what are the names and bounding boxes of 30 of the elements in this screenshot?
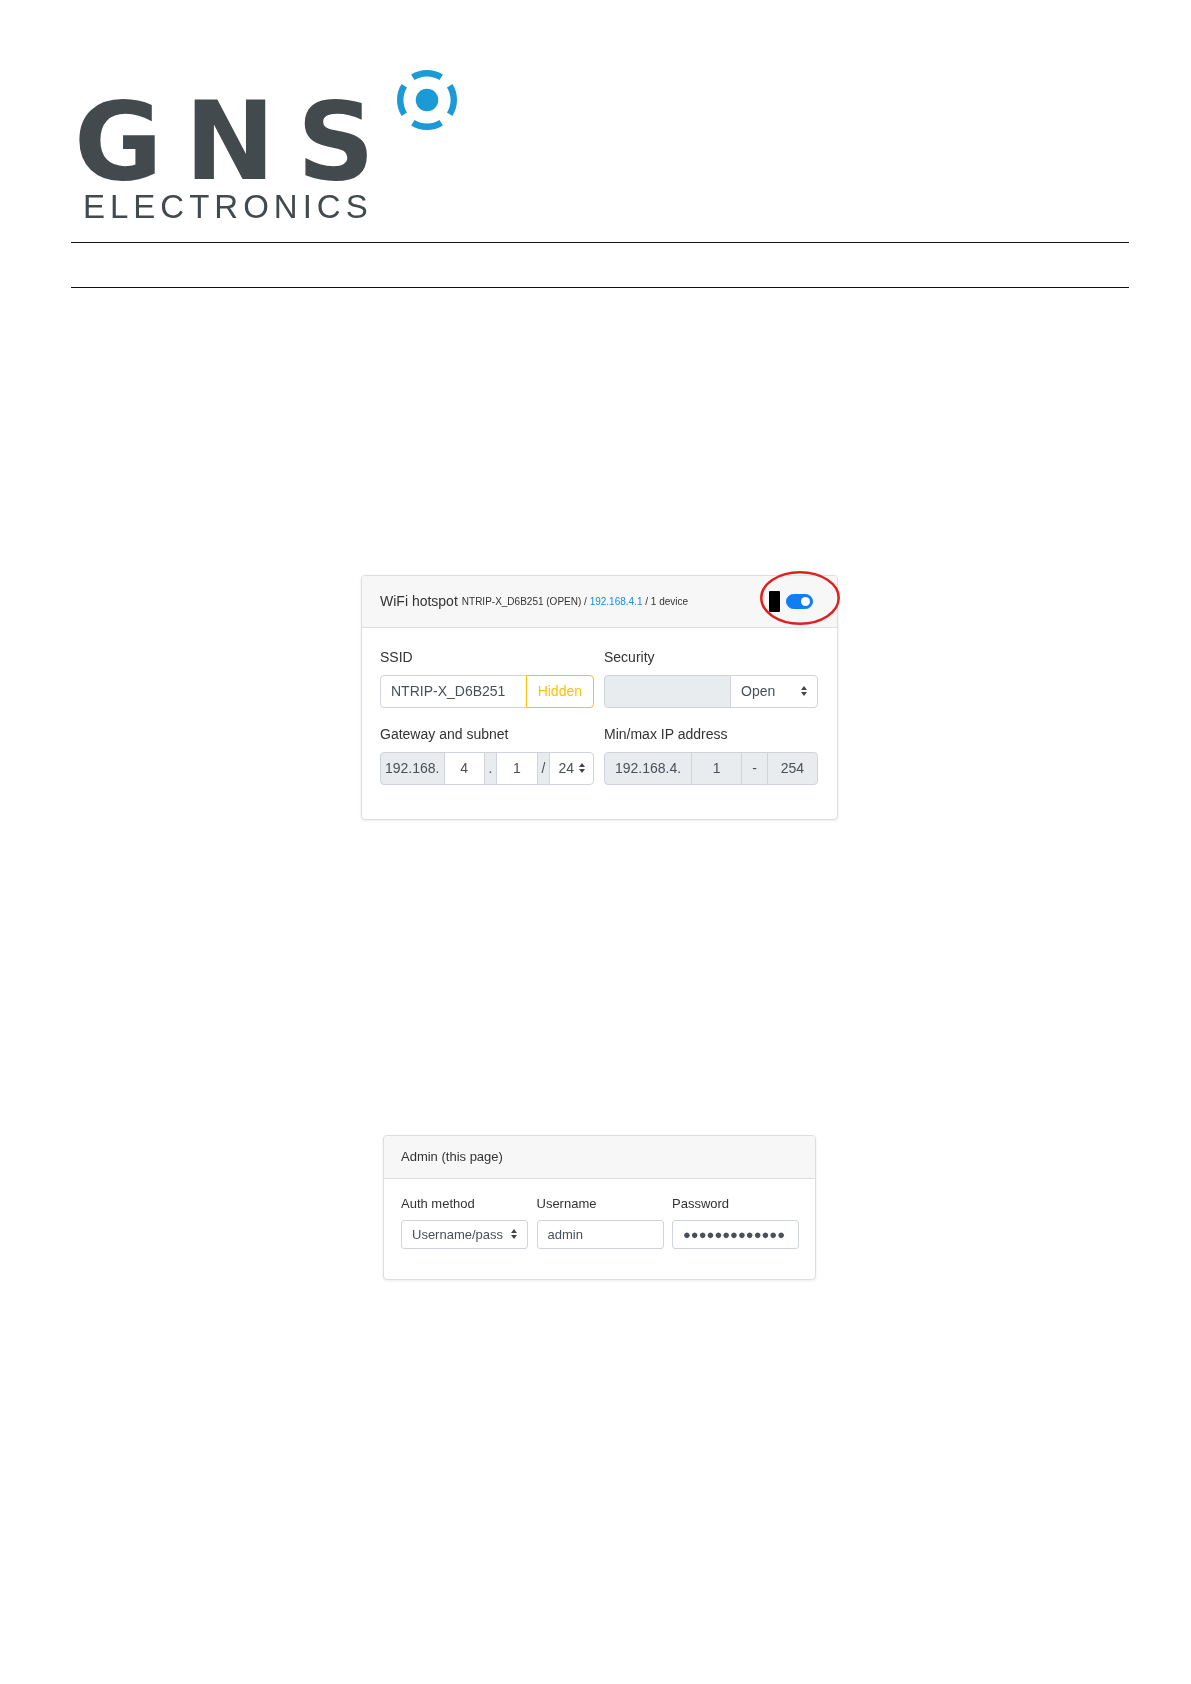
input-field[interactable]: NTRIP-X_D6B251 [380,674,527,708]
field-label: Min/max IP address [604,724,728,744]
input-addon: 192.168. [380,751,445,785]
input-addon: - [741,751,768,785]
block-marker-icon [769,590,780,612]
sort-caret-icon [579,763,585,774]
input-field[interactable]: admin [536,1219,664,1249]
toggle-switch[interactable] [786,593,813,609]
card-title: Admin (this page) [401,1149,503,1165]
input-field[interactable]: 4 [443,751,485,785]
card-title: WiFi hotspot [380,593,458,610]
select-field[interactable]: Username/pass [401,1219,528,1249]
field-label: Auth method [401,1194,475,1213]
ring-dot-icon [396,70,457,130]
field-label: SSID [380,647,413,667]
field-label: Username [536,1194,597,1213]
input-field[interactable]: 1 [496,751,538,785]
ip-address-link[interactable]: 192.168.4.1 [589,595,643,607]
sort-caret-icon [511,1229,517,1240]
select-field[interactable]: Open [730,674,818,708]
logo-wordmark: GNS [74,93,397,191]
field-label: Security [604,647,655,667]
field-label: Password [672,1194,730,1213]
select-field[interactable]: 24 [549,751,594,785]
sort-caret-icon [801,686,807,697]
hotspot-status: NTRIP-X_D6B251 (OPEN) / 192.168.4.1 / 1 device [461,595,689,607]
field-label: Gateway and subnet [380,724,509,744]
logo-subtitle: ELECTRONICS [83,190,373,224]
input-field[interactable]: ●●●●●●●●●●●●● [672,1219,799,1249]
input-addon: 192.168.4. [604,751,693,785]
